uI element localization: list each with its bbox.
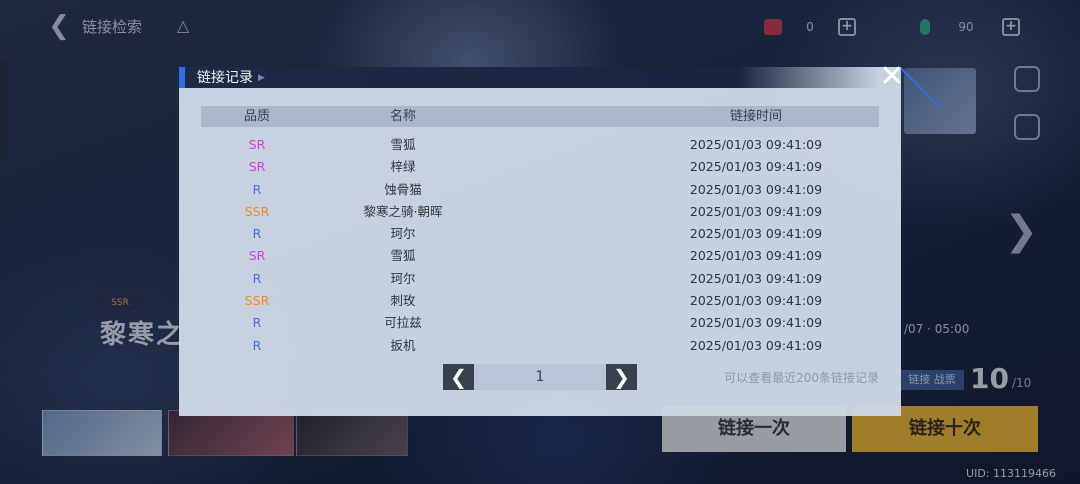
- row-quality: R: [252, 226, 262, 242]
- row-quality: SSR: [244, 293, 270, 309]
- row-quality: R: [252, 337, 262, 353]
- row-time: 2025/01/03 09:41:09: [689, 293, 823, 309]
- row-quality: R: [252, 181, 262, 197]
- row-name: 蚀骨猫: [384, 181, 422, 197]
- prev-page-button[interactable]: ❮: [443, 364, 474, 390]
- table-row: R 珂尔 2025/01/03 09:41:09: [201, 223, 879, 245]
- link-record-dialog: 链接记录 ▶ 品质 名称 链接时间 SR 雪狐 2025/01/03 09:41…: [179, 67, 941, 416]
- page-number: 1: [474, 364, 606, 390]
- header-quality: 品质: [243, 109, 270, 124]
- record-list: SR 雪狐 2025/01/03 09:41:09 SR 梓绿 2025/01/…: [201, 134, 879, 357]
- table-row: R 扳机 2025/01/03 09:41:09: [201, 335, 879, 357]
- row-name: 扳机: [390, 337, 416, 353]
- row-quality: SR: [248, 248, 266, 264]
- row-quality: SSR: [244, 203, 270, 219]
- table-row: SR 梓绿 2025/01/03 09:41:09: [201, 156, 879, 178]
- row-time: 2025/01/03 09:41:09: [689, 270, 823, 286]
- caret-right-icon: ▶: [258, 73, 265, 83]
- table-row: R 蚀骨猫 2025/01/03 09:41:09: [201, 179, 879, 201]
- row-quality: SR: [248, 159, 266, 175]
- row-name: 梓绿: [390, 159, 416, 175]
- row-name: 雪狐: [390, 137, 416, 152]
- row-time: 2025/01/03 09:41:09: [689, 226, 823, 242]
- header-time: 链接时间: [729, 109, 782, 124]
- table-row: R 可拉兹 2025/01/03 09:41:09: [201, 312, 879, 334]
- row-time: 2025/01/03 09:41:09: [689, 203, 823, 219]
- row-quality: SR: [248, 137, 266, 152]
- table-row: SSR 刺玫 2025/01/03 09:41:09: [201, 290, 879, 312]
- table-row: SR 雪狐 2025/01/03 09:41:09: [201, 245, 879, 267]
- row-time: 2025/01/03 09:41:09: [689, 248, 823, 264]
- record-limit-note: 可以查看最近200条链接记录: [724, 371, 879, 385]
- row-name: 珂尔: [390, 226, 416, 242]
- row-time: 2025/01/03 09:41:09: [689, 159, 823, 175]
- row-quality: R: [252, 315, 262, 331]
- header-accent: [179, 67, 185, 88]
- row-time: 2025/01/03 09:41:09: [689, 315, 823, 331]
- dialog-header: 链接记录 ▶: [179, 67, 879, 88]
- row-time: 2025/01/03 09:41:09: [689, 337, 823, 353]
- row-time: 2025/01/03 09:41:09: [689, 137, 823, 152]
- row-quality: R: [252, 270, 262, 286]
- row-name: 雪狐: [390, 248, 416, 264]
- table-row: SR 雪狐 2025/01/03 09:41:09: [201, 134, 879, 156]
- row-name: 珂尔: [390, 270, 416, 286]
- close-icon[interactable]: ✕: [878, 62, 906, 92]
- row-name: 刺玫: [390, 293, 416, 309]
- table-row: SSR 黎寒之骑·朝晖 2025/01/03 09:41:09: [201, 201, 879, 223]
- next-page-button[interactable]: ❯: [606, 364, 637, 390]
- table-header: 品质 名称 链接时间: [201, 106, 879, 127]
- dialog-title: 链接记录: [197, 70, 253, 86]
- row-name: 黎寒之骑·朝晖: [363, 203, 443, 219]
- row-name: 可拉兹: [384, 315, 422, 331]
- table-row: R 珂尔 2025/01/03 09:41:09: [201, 268, 879, 290]
- header-name: 名称: [389, 109, 416, 124]
- row-time: 2025/01/03 09:41:09: [689, 181, 823, 197]
